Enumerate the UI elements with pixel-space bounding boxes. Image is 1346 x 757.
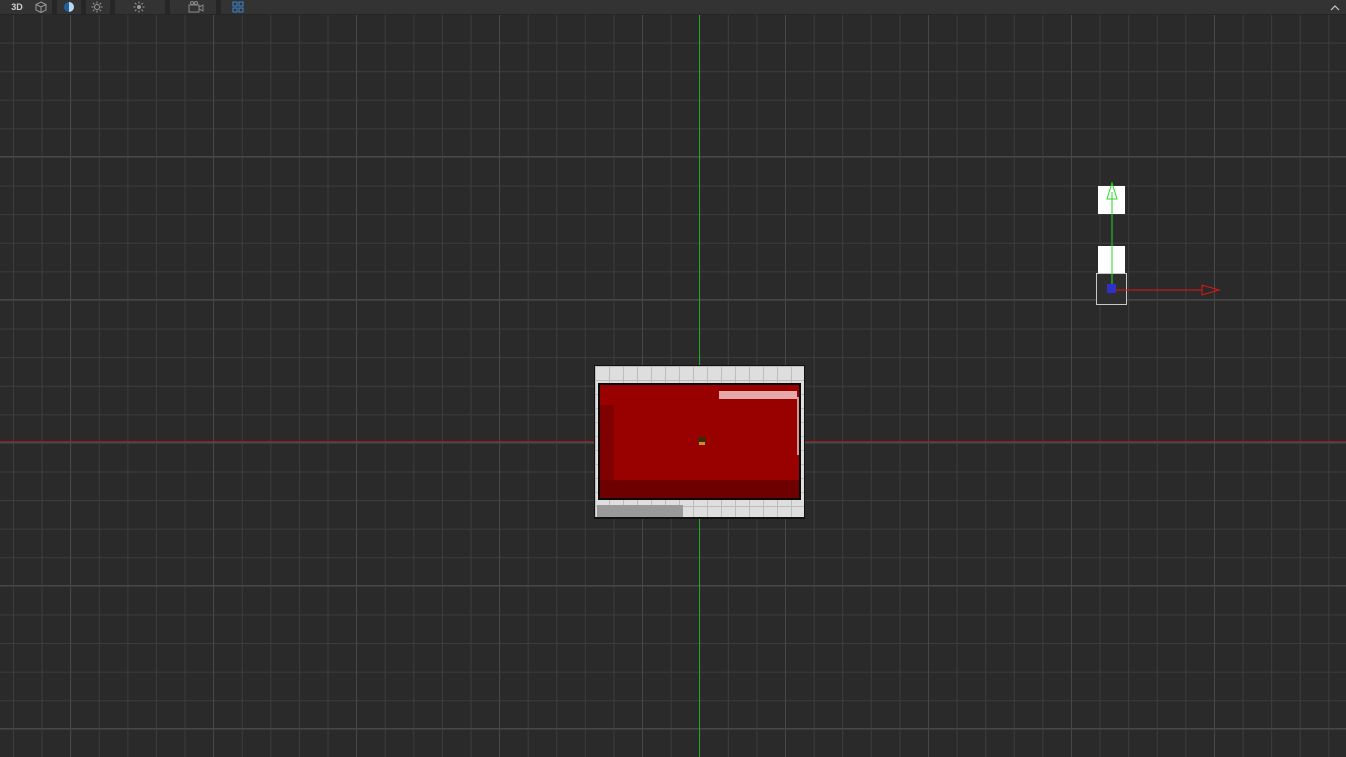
toolbar-separator (81, 0, 86, 14)
z-move-handle[interactable] (1107, 284, 1116, 293)
sprite-shade-bottom (600, 480, 799, 498)
sprite-object[interactable] (594, 365, 805, 519)
toolbar-separator (165, 0, 170, 14)
sprite-highlight-side (797, 397, 799, 455)
x-arrowhead-icon[interactable] (1201, 284, 1221, 296)
object-pivot-icon[interactable] (698, 437, 706, 445)
camera-gizmo[interactable] (1090, 178, 1230, 313)
camera-icon[interactable] (187, 0, 205, 14)
toolbar-separator (52, 0, 57, 14)
scene-viewport[interactable] (0, 0, 1346, 757)
toolbar-separator (110, 0, 115, 14)
viewport-toolbar: 3D (0, 0, 1346, 15)
shading-icon[interactable] (61, 0, 77, 14)
collapse-icon[interactable] (1328, 0, 1342, 14)
mode-3d-button[interactable]: 3D (6, 0, 28, 14)
sprite-bottom-strip (597, 505, 683, 517)
cube-icon[interactable] (33, 0, 49, 14)
toolbar-separator (216, 0, 221, 14)
lighting-icon[interactable] (89, 0, 105, 14)
sun-icon[interactable] (131, 0, 147, 14)
grid-snap-icon[interactable] (230, 0, 246, 14)
sprite-highlight (719, 391, 797, 399)
